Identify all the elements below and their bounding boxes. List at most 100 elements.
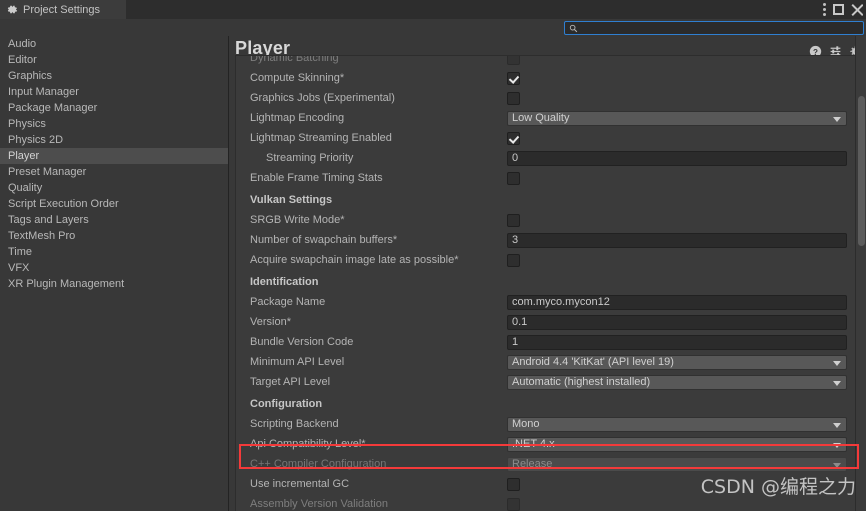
input-bundle-version-code[interactable]: 1 (507, 334, 847, 350)
sidebar-item-label: Audio (8, 38, 37, 50)
sidebar-item-label: Tags and Layers (8, 214, 89, 226)
checkbox-lightmap-streaming-enabled[interactable] (507, 131, 520, 145)
sidebar-item-editor[interactable]: Editor (0, 52, 228, 68)
property-row-version[interactable]: Version* 0.1 (236, 312, 860, 332)
property-row-bundle-version-code[interactable]: Bundle Version Code 1 (236, 332, 860, 352)
input-streaming-priority[interactable]: 0 (507, 150, 847, 166)
chevron-down-icon (833, 442, 841, 448)
checkbox-compute-skinning[interactable] (507, 71, 520, 85)
section-label: Vulkan Settings (250, 194, 333, 206)
sidebar-item-label: XR Plugin Management (8, 278, 125, 290)
checkbox-acquire-swapchain-image-late-as-possible[interactable] (507, 253, 520, 267)
section-header-identification: Identification (236, 270, 860, 292)
property-row-package-name[interactable]: Package Name com.myco.mycon12 (236, 292, 860, 312)
sidebar-item-physics-2d[interactable]: Physics 2D (0, 132, 228, 148)
checkbox-enable-frame-timing-stats[interactable] (507, 171, 520, 185)
sidebar-item-label: Editor (8, 54, 37, 66)
sidebar-item-label: Physics 2D (8, 134, 64, 146)
sidebar-item-input-manager[interactable]: Input Manager (0, 84, 228, 100)
watermark: CSDN @编程之力 (700, 476, 856, 498)
project-settings-window: Project Settings Audio Editor Graphics Inpu… (0, 0, 866, 511)
player-settings-scrollview[interactable]: Dynamic Batching Compute Skinning* Graphic… (235, 55, 860, 511)
sidebar-item-vfx[interactable]: VFX (0, 260, 228, 276)
dropdown-api-compatibility-level[interactable]: .NET 4.x (507, 436, 847, 452)
sidebar-item-preset-manager[interactable]: Preset Manager (0, 164, 228, 180)
property-row-lightmap-encoding[interactable]: Lightmap Encoding Low Quality (236, 108, 860, 128)
sidebar-item-player[interactable]: Player (0, 148, 228, 164)
dropdown-value: Android 4.4 'KitKat' (API level 19) (512, 355, 674, 368)
property-label: Minimum API Level (250, 356, 345, 368)
scrollbar-thumb[interactable] (858, 96, 865, 246)
sidebar-item-tags-and-layers[interactable]: Tags and Layers (0, 212, 228, 228)
property-row-c++-compiler-configuration[interactable]: C++ Compiler Configuration Release (236, 454, 860, 474)
maximize-icon[interactable] (833, 4, 844, 15)
checkbox-dynamic-batching[interactable] (507, 56, 520, 65)
dropdown-scripting-backend[interactable]: Mono (507, 416, 847, 432)
dropdown-target-api-level[interactable]: Automatic (highest installed) (507, 374, 847, 390)
dropdown-value: Low Quality (512, 111, 570, 124)
property-row-api-compatibility-level[interactable]: Api Compatibility Level* .NET 4.x (236, 434, 860, 454)
property-label: Scripting Backend (250, 418, 339, 430)
sidebar-item-package-manager[interactable]: Package Manager (0, 100, 228, 116)
dropdown-minimum-api-level[interactable]: Android 4.4 'KitKat' (API level 19) (507, 354, 847, 370)
kebab-menu-icon[interactable] (823, 3, 826, 16)
property-label: Acquire swapchain image late as possible… (250, 254, 459, 266)
sidebar-item-script-execution-order[interactable]: Script Execution Order (0, 196, 228, 212)
property-label: Api Compatibility Level* (250, 438, 366, 450)
input-version[interactable]: 0.1 (507, 314, 847, 330)
checkbox-assembly-version-validation[interactable] (507, 497, 520, 511)
sidebar-item-label: Player (8, 150, 40, 162)
property-row-number-of-swapchain-buffers[interactable]: Number of swapchain buffers* 3 (236, 230, 860, 250)
property-label: Compute Skinning* (250, 72, 345, 84)
sidebar-item-label: TextMesh Pro (8, 230, 76, 242)
property-row-dynamic-batching[interactable]: Dynamic Batching (236, 56, 860, 68)
sidebar-item-graphics[interactable]: Graphics (0, 68, 228, 84)
sidebar-item-physics[interactable]: Physics (0, 116, 228, 132)
property-label: Version* (250, 316, 291, 328)
property-row-scripting-backend[interactable]: Scripting Backend Mono (236, 414, 860, 434)
sidebar-item-audio[interactable]: Audio (0, 36, 228, 52)
property-row-graphics-jobs-experimental[interactable]: Graphics Jobs (Experimental) (236, 88, 860, 108)
property-row-compute-skinning[interactable]: Compute Skinning* (236, 68, 860, 88)
property-row-streaming-priority[interactable]: Streaming Priority 0 (236, 148, 860, 168)
property-label: Lightmap Encoding (250, 112, 345, 124)
search-row (0, 19, 866, 36)
chevron-down-icon (833, 462, 841, 468)
close-icon[interactable] (851, 4, 863, 16)
sidebar-item-time[interactable]: Time (0, 244, 228, 260)
property-label: Target API Level (250, 376, 331, 388)
checkbox-srgb-write-mode[interactable] (507, 213, 520, 227)
property-row-lightmap-streaming-enabled[interactable]: Lightmap Streaming Enabled (236, 128, 860, 148)
search-box[interactable] (564, 21, 864, 35)
checkbox-graphics-jobs-experimental[interactable] (507, 91, 520, 105)
sidebar-item-xr-plugin-management[interactable]: XR Plugin Management (0, 276, 228, 292)
property-row-minimum-api-level[interactable]: Minimum API Level Android 4.4 'KitKat' (A… (236, 352, 860, 372)
input-package-name[interactable]: com.myco.mycon12 (507, 294, 847, 310)
vertical-scrollbar[interactable] (855, 36, 866, 511)
property-row-acquire-swapchain-image-late-as-possible[interactable]: Acquire swapchain image late as possible… (236, 250, 860, 270)
property-label: Lightmap Streaming Enabled (250, 132, 392, 144)
settings-category-list: Audio Editor Graphics Input Manager Package … (0, 36, 228, 511)
dropdown-lightmap-encoding[interactable]: Low Quality (507, 110, 847, 126)
property-row-target-api-level[interactable]: Target API Level Automatic (highest insta… (236, 372, 860, 392)
search-input[interactable] (581, 22, 831, 34)
dropdown-c++-compiler-configuration: Release (507, 456, 847, 472)
property-label: C++ Compiler Configuration (250, 458, 387, 470)
chevron-down-icon (833, 116, 841, 122)
dropdown-value: Release (512, 457, 553, 470)
dropdown-value: .NET 4.x (512, 437, 555, 450)
sidebar-item-label: Package Manager (8, 102, 98, 114)
sidebar-item-textmesh-pro[interactable]: TextMesh Pro (0, 228, 228, 244)
search-icon (569, 24, 578, 33)
chevron-down-icon (833, 360, 841, 366)
sidebar-item-label: Quality (8, 182, 43, 194)
property-label: Assembly Version Validation (250, 498, 388, 510)
tab-project-settings[interactable]: Project Settings (0, 0, 126, 19)
property-row-enable-frame-timing-stats[interactable]: Enable Frame Timing Stats (236, 168, 860, 188)
property-row-srgb-write-mode[interactable]: SRGB Write Mode* (236, 210, 860, 230)
checkbox-use-incremental-gc[interactable] (507, 477, 520, 491)
player-settings-panel: Player ? Dynamic Batching Compute Skinni… (229, 36, 866, 511)
section-header-vulkan-settings: Vulkan Settings (236, 188, 860, 210)
sidebar-item-quality[interactable]: Quality (0, 180, 228, 196)
input-number-of-swapchain-buffers[interactable]: 3 (507, 232, 847, 248)
